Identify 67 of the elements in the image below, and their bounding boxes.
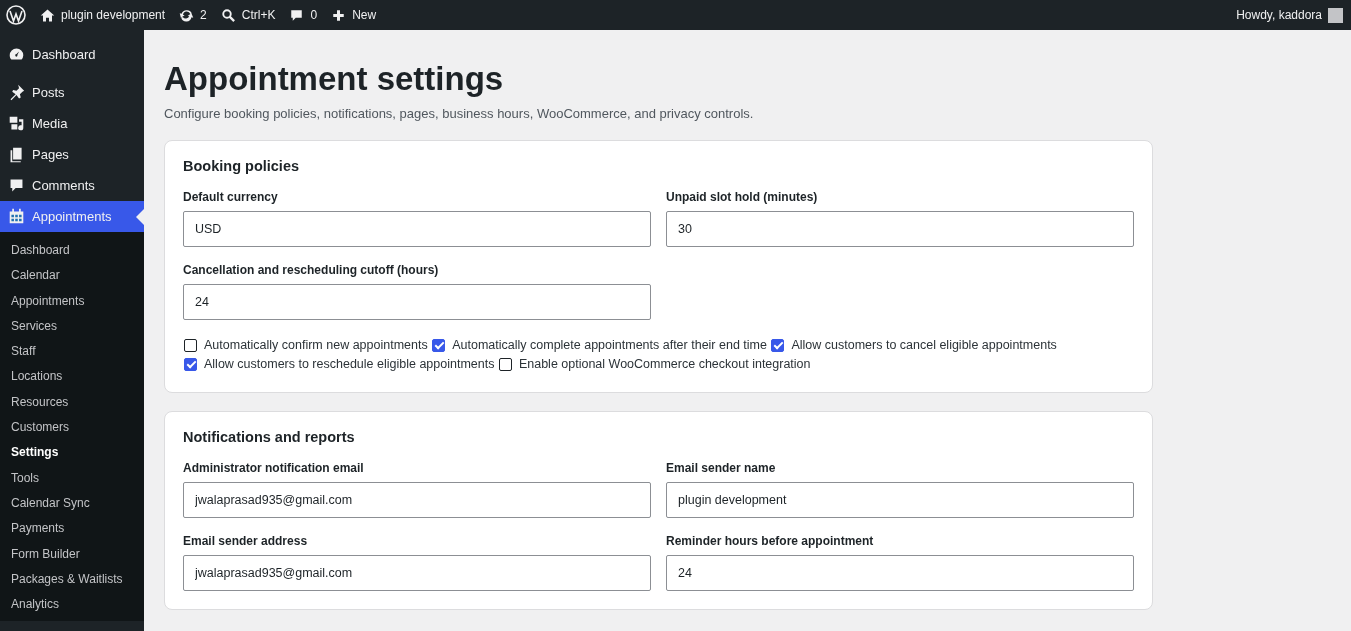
input-field[interactable]: 24 bbox=[183, 284, 651, 320]
site-name-link[interactable]: plugin development bbox=[40, 7, 166, 23]
submenu-item[interactable]: Calendar Sync bbox=[0, 490, 144, 517]
speech-bubble-icon bbox=[289, 7, 305, 23]
refresh-icon bbox=[179, 7, 195, 23]
menu-item[interactable]: Media bbox=[0, 108, 144, 139]
submenu-item[interactable]: Calendar bbox=[0, 263, 144, 289]
field-label: Reminder hours before appointment bbox=[666, 534, 875, 548]
wordpress-logo-icon bbox=[6, 5, 26, 25]
page-description: Configure booking policies, notifications, pages, business hours, WooCommerce, and privacy controls. bbox=[164, 106, 755, 121]
menu-item[interactable]: Pages bbox=[0, 139, 144, 170]
checkbox-label: Enable optional WooCommerce checkout integration bbox=[518, 357, 811, 371]
field-label: Cancellation and rescheduling cutoff (hours) bbox=[183, 263, 440, 277]
search-link[interactable]: Ctrl+K bbox=[220, 7, 276, 23]
pushpin-icon bbox=[8, 84, 25, 101]
checkbox[interactable] bbox=[184, 339, 197, 352]
input-field[interactable]: 24 bbox=[666, 555, 1134, 591]
checkbox-label: Automatically confirm new appointments bbox=[204, 338, 428, 352]
checkbox[interactable] bbox=[184, 358, 197, 371]
submenu-item[interactable]: Payments bbox=[0, 516, 144, 542]
pages-icon bbox=[8, 146, 25, 163]
page-title: Appointment settings bbox=[164, 60, 505, 98]
checkbox-label: Allow customers to reschedule eligible appointments bbox=[204, 357, 495, 371]
checkbox[interactable] bbox=[771, 339, 785, 352]
updates-link[interactable]: 2 bbox=[179, 7, 207, 23]
field-label: Default currency bbox=[183, 190, 279, 204]
menu-item[interactable]: Dashboard bbox=[0, 37, 144, 71]
submenu-item[interactable]: Dashboard bbox=[0, 238, 144, 264]
input-field[interactable]: jwalaprasad935@gmail.com bbox=[183, 482, 651, 518]
submenu-item[interactable]: Form Builder bbox=[0, 541, 144, 567]
checkbox-label: Allow customers to cancel eligible appointments bbox=[791, 338, 1057, 352]
plus-icon bbox=[331, 7, 347, 23]
calendar-icon bbox=[8, 208, 25, 225]
section-title: Notifications and reports bbox=[183, 429, 356, 445]
search-icon bbox=[220, 7, 236, 23]
comments-link[interactable]: 0 bbox=[289, 7, 318, 23]
input-field[interactable]: plugin development bbox=[666, 482, 1134, 518]
media-icon bbox=[8, 115, 25, 132]
home-icon bbox=[40, 7, 55, 23]
submenu-item[interactable]: Staff bbox=[0, 339, 144, 365]
input-field[interactable]: USD bbox=[183, 211, 651, 247]
submenu-item[interactable]: Appointments bbox=[0, 288, 144, 314]
field-label: Administrator notification email bbox=[183, 461, 365, 475]
account-link[interactable]: Howdy, kaddora bbox=[1236, 7, 1343, 23]
field-label: Email sender address bbox=[183, 534, 309, 548]
new-content-link[interactable]: New bbox=[331, 7, 377, 23]
submenu-item[interactable]: Customers bbox=[0, 415, 144, 441]
menu-item[interactable]: Comments bbox=[0, 170, 144, 201]
submenu-item[interactable]: Analytics bbox=[0, 592, 144, 618]
submenu-item[interactable]: Packages & Waitlists bbox=[0, 566, 144, 593]
checkbox[interactable] bbox=[498, 358, 512, 371]
submenu-item[interactable]: Settings bbox=[0, 440, 144, 466]
speech-bubble-icon bbox=[8, 177, 25, 194]
submenu-item[interactable]: Locations bbox=[0, 364, 144, 390]
submenu-item[interactable]: Tools bbox=[0, 465, 144, 491]
menu-item[interactable]: Posts bbox=[0, 77, 144, 108]
submenu-item[interactable]: Services bbox=[0, 313, 144, 340]
input-field[interactable]: 30 bbox=[666, 211, 1134, 247]
checkbox[interactable] bbox=[432, 339, 446, 352]
checkbox-label: Automatically complete appointments after their end time bbox=[452, 338, 767, 352]
section-title: Booking policies bbox=[183, 158, 300, 174]
avatar-icon bbox=[1328, 7, 1343, 23]
field-label: Email sender name bbox=[666, 461, 777, 475]
submenu-item[interactable]: Resources bbox=[0, 389, 144, 416]
menu-item[interactable]: Appointments bbox=[0, 201, 144, 232]
field-label: Unpaid slot hold (minutes) bbox=[666, 190, 819, 204]
input-field[interactable]: jwalaprasad935@gmail.com bbox=[183, 555, 651, 591]
